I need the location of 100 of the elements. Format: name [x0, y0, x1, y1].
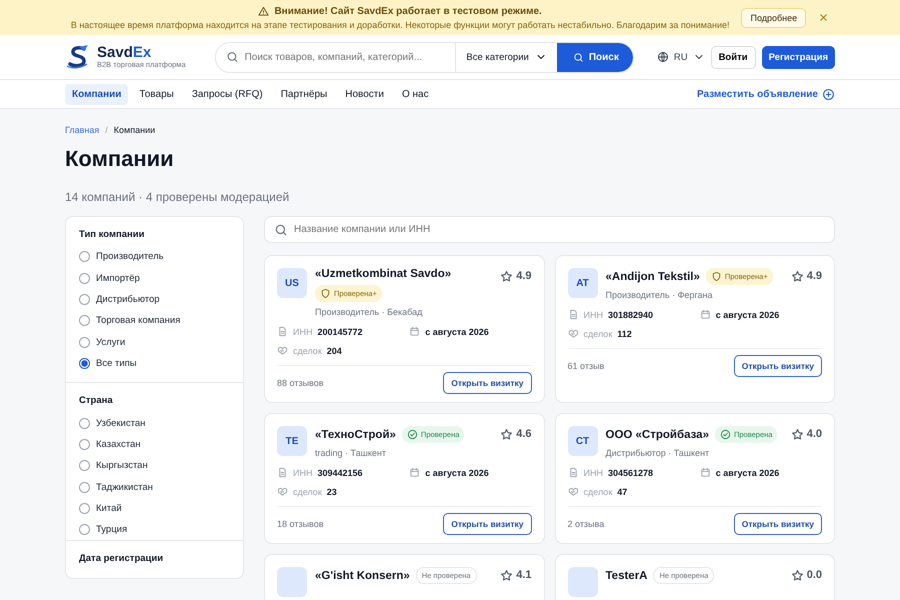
search-button[interactable]: Поиск	[556, 42, 633, 72]
radio-button[interactable]	[79, 358, 90, 370]
register-button[interactable]: Регистрация	[762, 46, 835, 68]
company-name[interactable]: TesterA	[606, 570, 648, 582]
star-icon	[500, 428, 514, 440]
check-circle-icon	[406, 429, 418, 440]
deals-count: 204	[326, 346, 342, 356]
filter-option[interactable]: Импортёр	[79, 267, 230, 289]
language-selector[interactable]: RU	[650, 50, 711, 64]
company-name[interactable]: «Andijon Tekstil»	[606, 270, 700, 282]
radio-button[interactable]	[79, 294, 90, 305]
company-avatar: US	[277, 268, 307, 298]
handshake-icon	[568, 486, 578, 497]
reviews-count[interactable]: 2 отзыва	[568, 519, 604, 529]
shield-icon	[710, 271, 722, 282]
registration-date: с августа 2026	[425, 468, 489, 478]
registration-date: с августа 2026	[425, 326, 489, 336]
handshake-icon	[568, 328, 578, 339]
company-avatar	[568, 567, 598, 597]
warning-icon	[258, 6, 270, 16]
star-icon	[790, 568, 804, 582]
company-meta: Производитель · Фергана	[606, 290, 714, 300]
radio-button[interactable]	[79, 524, 90, 536]
filter-option[interactable]: Услуги	[79, 332, 230, 353]
deals-label: сделок	[293, 346, 322, 356]
banner-title: Внимание! Сайт SavdEx работает в тестовом режиме.	[274, 6, 542, 16]
radio-button[interactable]	[79, 315, 90, 326]
document-icon	[277, 467, 288, 478]
filter-option[interactable]: Китай	[79, 498, 230, 520]
inn-value: 309442156	[317, 468, 363, 478]
radio-button[interactable]	[79, 418, 90, 429]
radio-button[interactable]	[79, 503, 90, 514]
radio-button[interactable]	[79, 460, 90, 472]
brand-name: SavdEx	[97, 45, 152, 60]
filter-option[interactable]: Производитель	[79, 246, 230, 268]
radio-button[interactable]	[79, 251, 90, 262]
filter-option[interactable]: Турция	[79, 519, 230, 540]
more-button[interactable]: Подробнее	[741, 8, 806, 28]
company-name[interactable]: «Uzmetkombinat Savdo»	[315, 268, 452, 280]
shield-icon	[320, 288, 331, 299]
nav-tab[interactable]: Товары	[132, 84, 181, 104]
inn-label: ИНН	[293, 326, 312, 336]
company-avatar: CT	[568, 426, 598, 456]
filter-option[interactable]: Дистрибьютор	[79, 288, 230, 310]
radio-button[interactable]	[79, 272, 90, 284]
breadcrumb-separator: /	[105, 125, 108, 135]
nav-tab[interactable]: Партнёры	[274, 84, 334, 104]
company-name[interactable]: ООО «Стройбаза»	[606, 428, 709, 440]
rating-value: 4.6	[516, 428, 532, 440]
calendar-icon	[700, 309, 711, 320]
radio-button[interactable]	[79, 336, 90, 348]
rating-value: 4.1	[516, 569, 532, 581]
nav-tab[interactable]: Запросы (RFQ)	[184, 84, 270, 104]
rating-value: 4.9	[516, 270, 532, 282]
post-ad-link[interactable]: Разместить объявление	[696, 88, 835, 100]
filter-option[interactable]: Казахстан	[79, 434, 230, 456]
breadcrumb-current: Компании	[114, 125, 156, 135]
open-card-button[interactable]: Открыть визитку	[443, 513, 532, 535]
company-name[interactable]: «ТехноСтрой»	[315, 428, 396, 440]
calendar-icon	[409, 467, 420, 478]
nav-tab[interactable]: Новости	[338, 84, 391, 104]
search-icon	[572, 52, 584, 62]
company-search-field[interactable]: Название компании или ИНН	[264, 216, 835, 243]
inn-label: ИНН	[584, 468, 603, 478]
filter-option[interactable]: Торговая компания	[79, 310, 230, 332]
open-card-button[interactable]: Открыть визитку	[443, 372, 532, 394]
document-icon	[568, 467, 578, 478]
open-card-button[interactable]: Открыть визитку	[734, 513, 822, 535]
inn-value: 301882940	[608, 310, 654, 320]
login-button[interactable]: Войти	[710, 46, 756, 68]
registration-date: с августа 2026	[716, 468, 780, 478]
star-icon	[790, 270, 804, 282]
inn-value: 200145772	[317, 326, 363, 336]
company-name[interactable]: «G'isht Konsern»	[315, 570, 410, 582]
nav-tab[interactable]: Компании	[65, 84, 128, 104]
company-meta: trading · Ташкент	[315, 448, 387, 458]
filter-option[interactable]: Кыргызстан	[79, 455, 230, 477]
star-icon	[500, 568, 514, 582]
calendar-icon	[700, 467, 711, 478]
reviews-count[interactable]: 18 отзывов	[277, 519, 324, 529]
filter-option[interactable]: Все типы	[79, 352, 230, 374]
document-icon	[277, 326, 288, 337]
company-avatar: TE	[277, 426, 307, 456]
company-meta: Дистрибьютор · Ташкент	[606, 448, 710, 458]
deals-label: сделок	[293, 486, 322, 496]
logo-icon	[65, 44, 91, 70]
radio-button[interactable]	[79, 438, 90, 450]
breadcrumb-link[interactable]: Главная	[65, 125, 100, 135]
filter-option[interactable]: Узбекистан	[79, 412, 230, 434]
filter-option[interactable]: Таджикистан	[79, 476, 230, 498]
open-card-button[interactable]: Открыть визитку	[734, 355, 822, 377]
radio-button[interactable]	[79, 482, 90, 493]
search-bar[interactable]: Поиск товаров, компаний, категорий... Все категории Поиск	[214, 42, 634, 72]
reviews-count[interactable]: 61 отзыв	[568, 361, 604, 371]
registration-date: с августа 2026	[716, 310, 780, 320]
plus-circle-icon	[822, 88, 835, 100]
nav-tab[interactable]: О нас	[394, 84, 436, 104]
deals-count: 47	[617, 486, 628, 496]
reviews-count[interactable]: 88 отзывов	[277, 378, 324, 388]
globe-icon	[656, 51, 669, 63]
